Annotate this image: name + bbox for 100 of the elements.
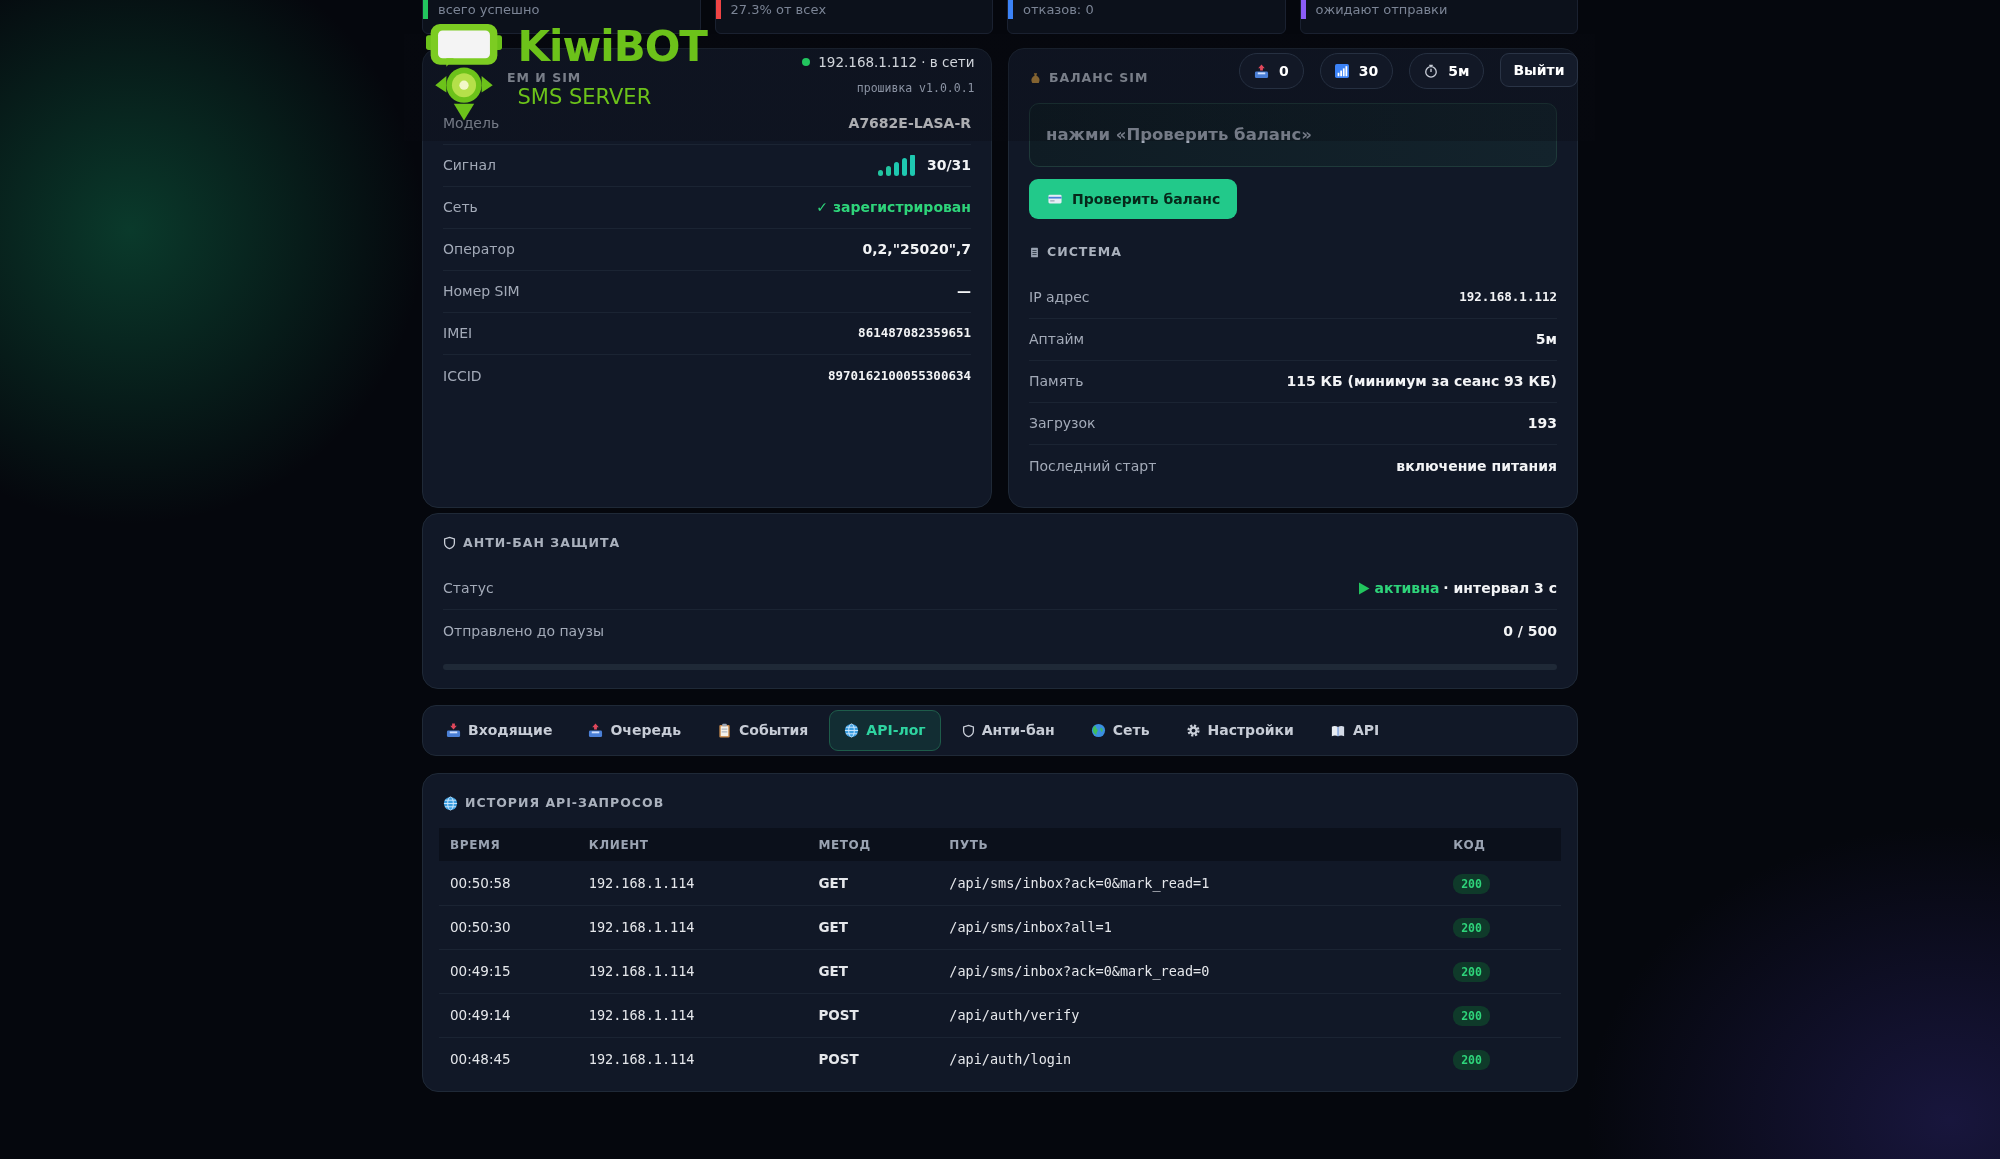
row-value: 861487082359651 [858,324,971,343]
row-label: Сеть [443,198,478,217]
server-icon [1029,245,1040,259]
row-value: 0 / 500 [1503,621,1557,641]
time-cell: 00:48:45 [439,1037,578,1081]
book-icon [1329,723,1346,738]
method-cell: GET [807,905,939,949]
status-chip: 5м [1409,53,1485,89]
time-cell: 00:50:58 [439,861,578,905]
clipboard-icon [717,723,733,738]
column-header: МЕТОД [807,828,939,861]
outbox-tray-icon [588,723,604,738]
logout-button[interactable]: Выйти [1500,53,1578,87]
column-header: ВРЕМЯ [439,828,578,861]
path-cell: /api/sms/inbox?ack=0&mark_read=0 [938,949,1443,993]
row-value: 30/31 [926,156,971,175]
column-header: КЛИЕНТ [577,828,808,861]
tab[interactable]: Входящие [431,710,568,751]
row-label: Оператор [443,240,515,259]
brand-name: KiwiBOT [517,28,707,66]
row-label: Сигнал [443,156,496,175]
status-code: 200 [1453,961,1490,982]
row-label: IMEI [443,324,473,343]
shield-icon [443,536,456,550]
column-header: КОД [1442,828,1561,861]
method-cell: GET [807,861,939,905]
row-label: Аптайм [1029,330,1085,349]
client-cell: 192.168.1.114 [577,993,808,1037]
signal-icon [1334,64,1349,78]
credit-card-icon [1046,192,1064,206]
row-label: Статус [443,579,494,598]
row-label: ICCID [443,366,482,386]
balance-result-box: нажми «Проверить баланс» [1029,103,1557,167]
tab[interactable]: API [1314,710,1395,751]
firmware-version: прошивка v1.0.0.1 [855,80,975,98]
tab[interactable]: События [702,710,824,751]
row-value: ✓ зарегистрирован [816,198,971,217]
globe-icon [844,723,860,738]
check-balance-button[interactable]: Проверить баланс [1029,179,1238,219]
method-cell: GET [807,949,939,993]
money-bag-icon [1029,71,1042,85]
row-label: Модель [443,114,500,133]
outbox-tray-icon [1254,63,1269,79]
row-label: Отправлено до паузы [443,621,604,641]
row-label: Память [1029,372,1084,391]
status-code: 200 [1453,1050,1490,1071]
stat-caption: ожидают отправки [1315,0,1448,19]
path-cell: /api/auth/login [938,1037,1443,1081]
client-cell: 192.168.1.114 [577,905,808,949]
method-cell: POST [807,993,939,1037]
path-cell: /api/sms/inbox?ack=0&mark_read=1 [938,861,1443,905]
row-value: включение питания [1396,456,1557,476]
card-title: ИСТОРИЯ API-ЗАПРОСОВ [465,793,665,812]
inbox-tray-icon [446,723,461,738]
client-cell: 192.168.1.114 [577,861,808,905]
row-value: 192.168.1.112 [1459,288,1557,307]
time-cell: 00:50:30 [439,905,578,949]
tab[interactable]: API-лог [829,710,941,751]
globe-icon [443,795,458,811]
settings-icon [1185,723,1201,738]
row-value: A7682E-LASA-R [848,114,971,133]
row-label: Последний старт [1029,456,1157,476]
row-label: Загрузок [1029,414,1096,433]
time-cell: 00:49:14 [439,993,578,1037]
status-chip: 0 [1239,53,1304,89]
card-title: АНТИ-БАН ЗАЩИТА [463,533,621,552]
tab[interactable]: Настройки [1170,710,1309,751]
stopwatch-icon [1424,64,1439,78]
client-cell: 192.168.1.114 [577,1037,808,1081]
brand-subtitle: SMS SERVER [517,87,653,108]
tab[interactable]: Очередь [573,710,697,751]
card-title: ЕМ И SIM [507,68,582,87]
interval-text: · интервал 3 с [1443,579,1557,598]
row-value: 0,2,"25020",7 [862,240,971,259]
host-status: 192.168.1.112 · в сети [818,53,975,72]
status-value: активна [1374,579,1440,598]
time-cell: 00:49:15 [439,949,578,993]
shield-icon [961,723,975,738]
row-label: IP адрес [1029,288,1090,307]
status-code: 200 [1453,1005,1490,1026]
stat-caption: отказов: 0 [1023,0,1094,19]
path-cell: /api/auth/verify [938,993,1443,1037]
card-title: БАЛАНС SIM [1049,68,1149,87]
card-title: СИСТЕМА [1047,242,1122,261]
row-label: Номер SIM [443,282,520,301]
path-cell: /api/sms/inbox?all=1 [938,905,1443,949]
status-code: 200 [1453,873,1490,894]
stat-caption: всего успешно [438,0,540,19]
status-code: 200 [1453,917,1490,938]
column-header: ПУТЬ [938,828,1443,861]
client-cell: 192.168.1.114 [577,949,808,993]
tab[interactable]: Сеть [1075,710,1165,751]
method-cell: POST [807,1037,939,1081]
tab[interactable]: Анти-бан [946,710,1070,751]
row-value: 193 [1527,414,1557,433]
globe-icon [1090,723,1106,738]
row-value: — [957,282,971,301]
row-value: 115 КБ (минимум за сеанс 93 КБ) [1286,372,1557,391]
row-value: 8970162100055300634 [828,366,971,385]
stat-caption: 27.3% от всех [730,0,827,19]
